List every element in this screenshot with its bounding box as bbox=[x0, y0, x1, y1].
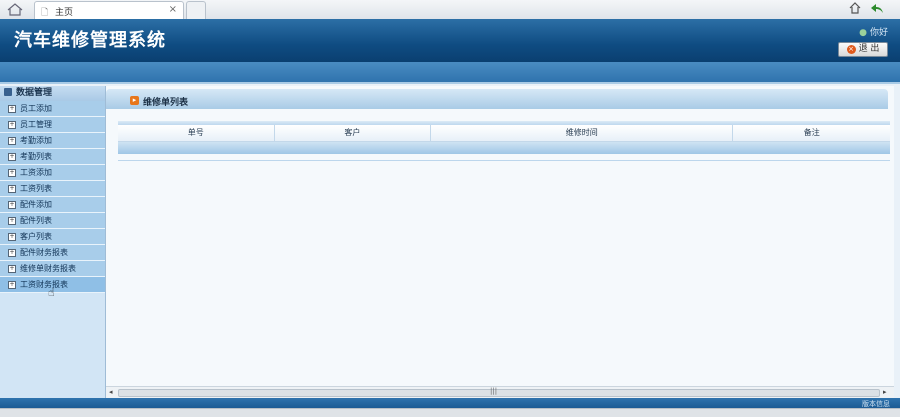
close-icon[interactable]: × bbox=[169, 4, 177, 15]
back-arrow-icon[interactable] bbox=[870, 1, 884, 15]
logout-label: 退 出 bbox=[858, 44, 880, 54]
plus-box-icon: + bbox=[8, 153, 16, 161]
footer-bar: 版本信息 bbox=[0, 398, 900, 408]
browser-tab-title: 主页 bbox=[55, 8, 74, 18]
sidebar-item-customer-list[interactable]: + 客户列表 bbox=[0, 229, 105, 245]
table-band bbox=[118, 142, 890, 154]
scrollbar-thumb[interactable] bbox=[118, 389, 880, 397]
user-greeting: ● 你好 bbox=[859, 25, 888, 38]
scroll-left-icon[interactable]: ◂ bbox=[109, 388, 113, 396]
plus-box-icon: + bbox=[8, 169, 16, 177]
sidebar-item-label: 员工管理 bbox=[20, 120, 52, 129]
page-title: 维修单列表 bbox=[143, 98, 189, 108]
hand-cursor-icon: ☝ bbox=[48, 286, 55, 299]
sidebar-item-parts-add[interactable]: + 配件添加 bbox=[0, 197, 105, 213]
plus-box-icon: + bbox=[8, 137, 16, 145]
sidebar-item-parts-finance-report[interactable]: + 配件财务报表 bbox=[0, 245, 105, 261]
sidebar-item-label: 员工添加 bbox=[20, 104, 52, 113]
sidebar-item-attendance-list[interactable]: + 考勤列表 bbox=[0, 149, 105, 165]
horizontal-scrollbar[interactable]: ◂ ||| ▸ bbox=[106, 386, 894, 398]
plus-box-icon: + bbox=[8, 201, 16, 209]
scroll-right-icon[interactable]: ▸ bbox=[883, 388, 887, 396]
content-panel: ▸ 维修单列表 单号 客户 维修时间 备注 ◂ ||| ▸ bbox=[106, 86, 894, 398]
column-header-repair-time[interactable]: 维修时间 bbox=[431, 125, 734, 141]
sidebar-section-title: 数据管理 bbox=[16, 88, 53, 98]
browser-tab-home[interactable]: 🗋 主页 × bbox=[34, 1, 184, 19]
sidebar-item-label: 配件列表 bbox=[20, 216, 52, 225]
table-divider bbox=[118, 160, 890, 161]
table-header-row: 单号 客户 维修时间 备注 bbox=[118, 125, 890, 142]
plus-box-icon: + bbox=[8, 281, 16, 289]
sidebar-item-repair-finance-report[interactable]: + 维修单财务报表 bbox=[0, 261, 105, 277]
sidebar-item-salary-add[interactable]: + 工资添加 bbox=[0, 165, 105, 181]
sidebar-item-label: 工资财务报表 bbox=[20, 280, 68, 289]
sidebar-item-label: 工资添加 bbox=[20, 168, 52, 177]
column-header-order-no[interactable]: 单号 bbox=[118, 125, 275, 141]
sidebar-item-label: 工资列表 bbox=[20, 184, 52, 193]
sidebar: 数据管理 + 员工添加 + 员工管理 + 考勤添加 + 考勤列表 + 工资添加 + 工资列表… bbox=[0, 86, 106, 398]
scrollbar-grip-icon: ||| bbox=[490, 387, 498, 395]
sidebar-item-attendance-add[interactable]: + 考勤添加 bbox=[0, 133, 105, 149]
sidebar-item-employee-add[interactable]: + 员工添加 bbox=[0, 101, 105, 117]
logout-icon: × bbox=[846, 45, 856, 54]
content-title-bar: ▸ 维修单列表 bbox=[106, 89, 888, 109]
app-header: 汽车维修管理系统 ● 你好 × 退 出 bbox=[0, 19, 900, 62]
column-header-remark[interactable]: 备注 bbox=[733, 125, 890, 141]
user-icon: ● bbox=[859, 28, 867, 38]
browser-tabbar: 🗋 主页 × bbox=[0, 0, 900, 20]
sidebar-item-label: 考勤列表 bbox=[20, 152, 52, 161]
list-icon: ▸ bbox=[130, 96, 139, 105]
plus-box-icon: + bbox=[8, 249, 16, 257]
greeting-text: 你好 bbox=[869, 28, 888, 38]
logout-button[interactable]: × 退 出 bbox=[838, 42, 888, 57]
home-page-icon[interactable] bbox=[849, 1, 861, 15]
column-header-customer[interactable]: 客户 bbox=[275, 125, 432, 141]
plus-box-icon: + bbox=[8, 233, 16, 241]
plus-box-icon: + bbox=[8, 121, 16, 129]
sidebar-item-salary-list[interactable]: + 工资列表 bbox=[0, 181, 105, 197]
plus-box-icon: + bbox=[8, 185, 16, 193]
sidebar-item-label: 维修单财务报表 bbox=[20, 264, 76, 273]
sidebar-item-employee-manage[interactable]: + 员工管理 bbox=[0, 117, 105, 133]
sidebar-item-label: 客户列表 bbox=[20, 232, 52, 241]
sidebar-item-parts-list[interactable]: + 配件列表 bbox=[0, 213, 105, 229]
new-tab-button[interactable] bbox=[186, 1, 206, 19]
plus-box-icon: + bbox=[8, 265, 16, 273]
sidebar-item-label: 配件财务报表 bbox=[20, 248, 68, 257]
app-title: 汽车维修管理系统 bbox=[14, 30, 166, 51]
plus-box-icon: + bbox=[8, 105, 16, 113]
sidebar-item-label: 考勤添加 bbox=[20, 136, 52, 145]
sidebar-item-label: 配件添加 bbox=[20, 200, 52, 209]
home-icon[interactable] bbox=[4, 2, 26, 17]
cube-icon bbox=[4, 88, 12, 96]
header-subbar bbox=[0, 62, 900, 84]
repair-order-table: 单号 客户 维修时间 备注 bbox=[118, 121, 890, 161]
plus-box-icon: + bbox=[8, 217, 16, 225]
sidebar-section-header[interactable]: 数据管理 bbox=[0, 86, 105, 101]
